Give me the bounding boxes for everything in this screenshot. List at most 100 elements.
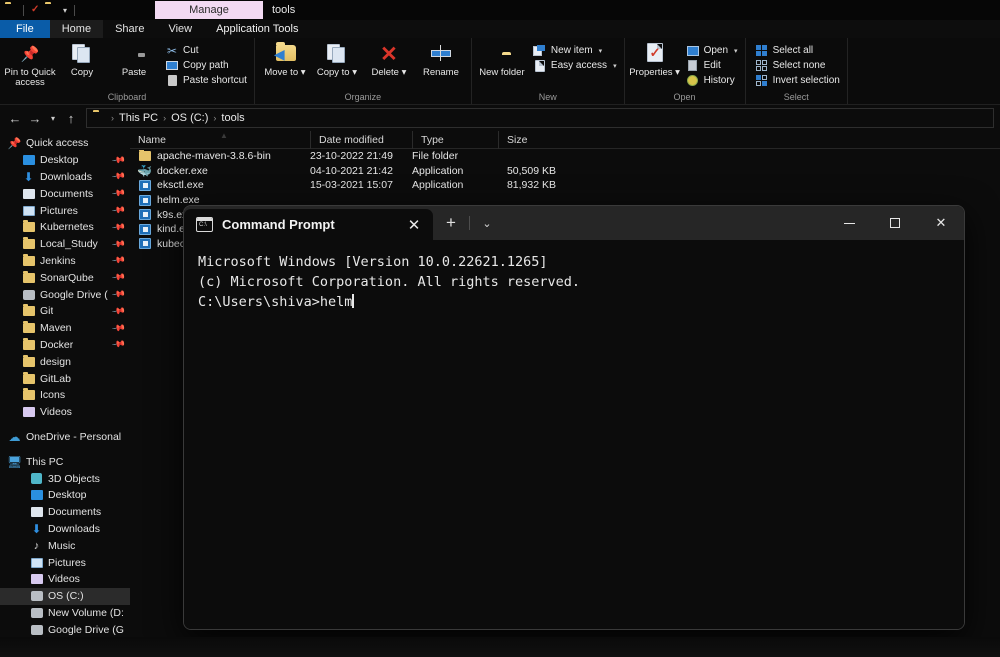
paste-button[interactable]: Paste bbox=[108, 41, 160, 78]
easy-access-button[interactable]: Easy access▾ bbox=[530, 58, 620, 73]
terminal-tab[interactable]: C:\ Command Prompt ✕ bbox=[184, 209, 433, 240]
new-tab-button[interactable]: + bbox=[433, 206, 469, 240]
properties-button[interactable]: ✓Properties ▾ bbox=[629, 41, 681, 78]
breadcrumb-this-pc[interactable]: This PC bbox=[119, 112, 158, 124]
pin-icon[interactable]: 📌 bbox=[111, 320, 126, 335]
folder-icon[interactable] bbox=[5, 4, 18, 16]
sidebar-item-sonarqube[interactable]: SonarQube📌 bbox=[0, 269, 130, 286]
sidebar-item-kubernetes[interactable]: Kubernetes📌 bbox=[0, 219, 130, 236]
command-prompt-window[interactable]: C:\ Command Prompt ✕ + ⌄ ✕ Microsoft Win… bbox=[183, 205, 965, 630]
breadcrumb-os-c[interactable]: OS (C:) bbox=[171, 112, 208, 124]
sidebar-item-docker[interactable]: Docker📌 bbox=[0, 337, 130, 354]
column-header-size[interactable]: Size bbox=[498, 131, 568, 149]
recent-locations-icon[interactable]: ▾ bbox=[46, 108, 60, 128]
new-folder-button[interactable]: New folder bbox=[476, 41, 528, 78]
sidebar-item-videos[interactable]: Videos bbox=[0, 404, 130, 421]
new-folder-icon[interactable] bbox=[45, 4, 58, 16]
column-header-date-modified[interactable]: Date modified bbox=[310, 131, 412, 149]
quick-access-toolbar[interactable]: ▾ bbox=[0, 0, 77, 20]
sidebar-item-google-drive-g[interactable]: Google Drive (G:)📌 bbox=[0, 286, 130, 303]
table-row[interactable]: eksctl.exe15-03-2021 15:07Application81,… bbox=[130, 178, 1000, 193]
edit-button[interactable]: Edit bbox=[683, 58, 741, 73]
table-row[interactable]: 🐳docker.exe04-10-2021 21:42Application50… bbox=[130, 164, 1000, 179]
pin-icon[interactable]: 📌 bbox=[111, 220, 126, 235]
move-to-button[interactable]: ◀Move to ▾ bbox=[259, 41, 311, 78]
sidebar-item-pictures[interactable]: Pictures📌 bbox=[0, 202, 130, 219]
copy-path-button[interactable]: Copy path bbox=[162, 58, 250, 73]
new-item-button[interactable]: New item▾ bbox=[530, 43, 620, 58]
sidebar-item-quick-access[interactable]: 📌Quick access bbox=[0, 135, 130, 152]
sidebar-item-google-drive-g[interactable]: Google Drive (G:) bbox=[0, 621, 130, 638]
titlebar-drag-area[interactable] bbox=[504, 206, 826, 240]
pin-icon[interactable]: 📌 bbox=[111, 186, 126, 201]
back-button[interactable]: ← bbox=[6, 108, 24, 128]
pin-icon[interactable]: 📌 bbox=[111, 253, 126, 268]
contextual-tab-manage[interactable]: Manage bbox=[155, 1, 263, 19]
sidebar-item-desktop[interactable]: Desktop bbox=[0, 487, 130, 504]
pin-icon[interactable]: 📌 bbox=[111, 203, 126, 218]
pin-icon[interactable]: 📌 bbox=[111, 287, 126, 302]
sidebar-item-icons[interactable]: Icons bbox=[0, 387, 130, 404]
sidebar-item-new-volume-d[interactable]: New Volume (D:) bbox=[0, 605, 130, 622]
pin-icon[interactable]: 📌 bbox=[111, 152, 126, 167]
sidebar-item-videos[interactable]: Videos bbox=[0, 571, 130, 588]
close-tab-icon[interactable]: ✕ bbox=[403, 216, 425, 234]
open-button[interactable]: Open▾ bbox=[683, 43, 741, 58]
select-none-button[interactable]: Select none bbox=[752, 58, 843, 73]
chevron-down-icon[interactable]: ⌄ bbox=[470, 206, 504, 240]
chevron-down-icon[interactable]: ▾ bbox=[734, 47, 738, 55]
minimize-button[interactable] bbox=[826, 206, 872, 240]
sidebar-item-gitlab[interactable]: GitLab bbox=[0, 370, 130, 387]
sidebar-item-documents[interactable]: Documents bbox=[0, 504, 130, 521]
pin-to-quick-access-button[interactable]: 📌Pin to Quick access bbox=[4, 41, 56, 88]
pin-icon[interactable]: 📌 bbox=[111, 304, 126, 319]
sidebar-item-downloads[interactable]: ⬇Downloads bbox=[0, 521, 130, 538]
sidebar-item-onedrive-personal[interactable]: ☁OneDrive - Personal bbox=[0, 429, 130, 446]
sidebar-item-pictures[interactable]: Pictures bbox=[0, 554, 130, 571]
history-button[interactable]: History bbox=[683, 73, 741, 88]
cut-button[interactable]: ✂Cut bbox=[162, 43, 250, 58]
sidebar-item-git[interactable]: Git📌 bbox=[0, 303, 130, 320]
pin-icon[interactable]: 📌 bbox=[111, 236, 126, 251]
sidebar-item-documents[interactable]: Documents📌 bbox=[0, 185, 130, 202]
breadcrumb-tools[interactable]: tools bbox=[221, 112, 244, 124]
ribbon-tab-view[interactable]: View bbox=[156, 20, 204, 38]
maximize-button[interactable] bbox=[872, 206, 918, 240]
copy-button[interactable]: Copy bbox=[56, 41, 108, 78]
pin-icon[interactable]: 📌 bbox=[111, 337, 126, 352]
sidebar-item-os-c[interactable]: OS (C:) bbox=[0, 588, 130, 605]
sidebar-item-3d-objects[interactable]: 3D Objects bbox=[0, 470, 130, 487]
copy-to-button[interactable]: Copy to ▾ bbox=[311, 41, 363, 78]
delete-button[interactable]: ✕Delete ▾ bbox=[363, 41, 415, 78]
sidebar-item-downloads[interactable]: ⬇Downloads📌 bbox=[0, 169, 130, 186]
paste-shortcut-button[interactable]: Paste shortcut bbox=[162, 73, 250, 88]
terminal-output[interactable]: Microsoft Windows [Version 10.0.22621.12… bbox=[184, 240, 964, 629]
ribbon-tab-application-tools[interactable]: Application Tools bbox=[204, 20, 310, 38]
ribbon-tab-home[interactable]: Home bbox=[50, 20, 103, 38]
table-row[interactable]: apache-maven-3.8.6-bin23-10-2022 21:49Fi… bbox=[130, 149, 1000, 164]
sidebar-item-music[interactable]: ♪Music bbox=[0, 537, 130, 554]
properties-icon[interactable] bbox=[29, 4, 42, 16]
rename-button[interactable]: Rename bbox=[415, 41, 467, 78]
column-header-name[interactable]: Name▲ bbox=[130, 131, 310, 149]
sidebar-item-design[interactable]: design bbox=[0, 353, 130, 370]
column-header-type[interactable]: Type bbox=[412, 131, 498, 149]
sidebar-item-maven[interactable]: Maven📌 bbox=[0, 320, 130, 337]
up-button[interactable]: ↑ bbox=[62, 108, 80, 128]
sidebar-item-jenkins[interactable]: Jenkins📌 bbox=[0, 253, 130, 270]
sidebar-item-local-study[interactable]: Local_Study📌 bbox=[0, 236, 130, 253]
invert-selection-button[interactable]: Invert selection bbox=[752, 73, 843, 88]
forward-button[interactable]: → bbox=[26, 108, 44, 128]
navigation-pane[interactable]: 📌Quick accessDesktop📌⬇Downloads📌Document… bbox=[0, 131, 130, 657]
pin-icon[interactable]: 📌 bbox=[111, 169, 126, 184]
sidebar-item-desktop[interactable]: Desktop📌 bbox=[0, 152, 130, 169]
chevron-down-icon[interactable]: ▾ bbox=[599, 47, 603, 55]
ribbon-tab-file[interactable]: File bbox=[0, 20, 50, 38]
breadcrumb[interactable]: ›This PC›OS (C:)›tools bbox=[86, 108, 994, 128]
sidebar-item-this-pc[interactable]: 🖥This PC bbox=[0, 453, 130, 470]
pin-icon[interactable]: 📌 bbox=[111, 270, 126, 285]
ribbon-tab-share[interactable]: Share bbox=[103, 20, 156, 38]
chevron-down-icon[interactable]: ▾ bbox=[613, 62, 617, 70]
close-window-button[interactable]: ✕ bbox=[918, 206, 964, 240]
chevron-down-icon[interactable]: ▾ bbox=[61, 6, 69, 15]
